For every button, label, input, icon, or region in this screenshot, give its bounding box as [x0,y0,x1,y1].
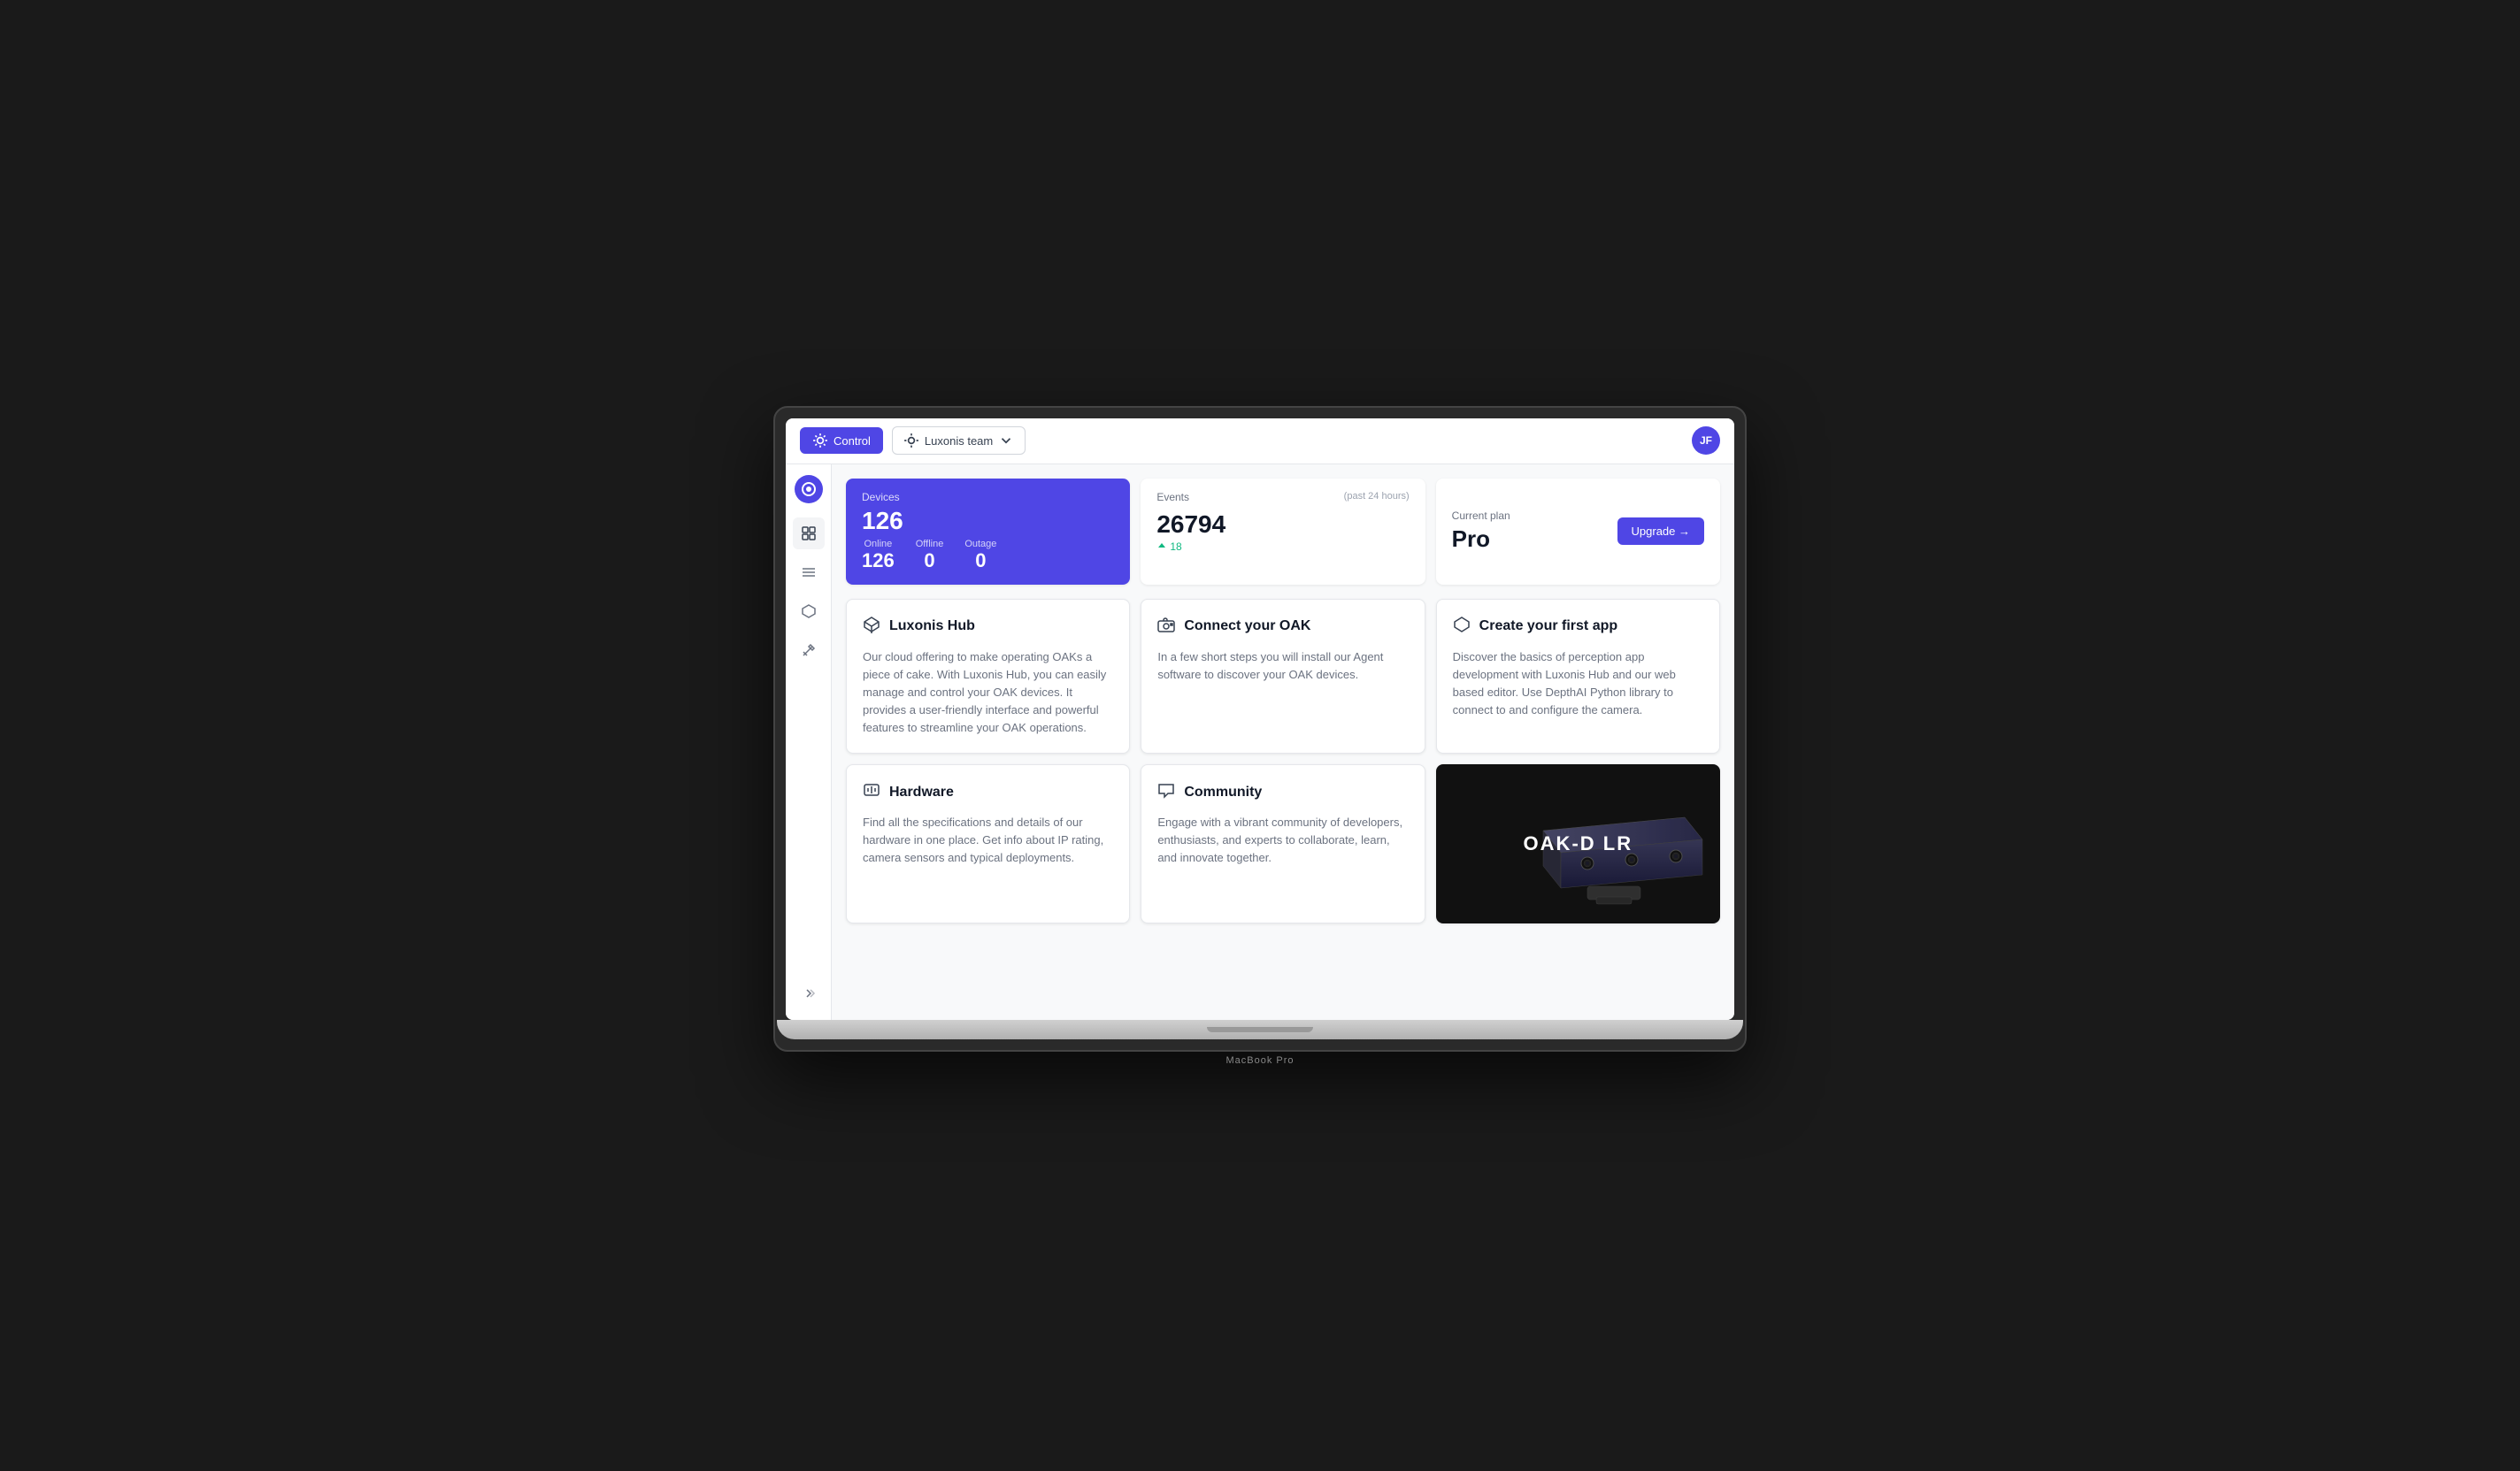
app-icon [1453,616,1471,638]
devices-label: Devices [862,491,1114,503]
stats-row: Devices 126 Online 126 Offline [846,479,1720,585]
events-label: Events [1156,491,1189,503]
card-title-row-connect: Connect your OAK [1157,616,1408,638]
top-bar-left: Control Luxonis team [800,426,1026,455]
sidebar-item-tools[interactable] [793,634,825,666]
card-title-row-community: Community [1157,781,1408,803]
hub-icon [863,616,880,638]
sidebar-item-dashboard[interactable] [793,517,825,549]
devices-total: 126 [862,507,1114,535]
devices-stat-card: Devices 126 Online 126 Offline [846,479,1130,585]
online-label: Online [862,539,895,549]
sidebar-item-devices[interactable] [793,556,825,588]
online-stat: Online 126 [862,539,895,572]
macbook-label: MacBook Pro [773,1055,1747,1066]
hardware-icon [863,781,880,803]
community-title: Community [1184,785,1262,801]
plan-label: Current plan [1452,509,1510,522]
top-bar: Control Luxonis team [786,418,1734,464]
community-icon [1157,781,1175,803]
hub-title: Luxonis Hub [889,618,975,634]
devices-grid: Online 126 Offline 0 Outage [862,539,1114,572]
main-area: Devices 126 Online 126 Offline [786,464,1734,1020]
connect-title: Connect your OAK [1184,618,1310,634]
events-change-value: 18 [1170,540,1181,553]
events-change: 18 [1156,540,1409,553]
hardware-title: Hardware [889,785,954,801]
control-button[interactable]: Control [800,427,883,454]
events-count: 26794 [1156,510,1409,539]
card-connect-oak[interactable]: Connect your OAK In a few short steps yo… [1141,599,1425,755]
plan-stat-card: Current plan Pro Upgrade → [1436,479,1720,585]
card-community[interactable]: Community Engage with a vibrant communit… [1141,764,1425,923]
outage-count: 0 [964,549,996,572]
camera-icon [1157,616,1175,638]
connect-description: In a few short steps you will install ou… [1157,648,1408,684]
community-description: Engage with a vibrant community of devel… [1157,814,1408,867]
sidebar-expand-button[interactable] [793,977,825,1009]
outage-label: Outage [964,539,996,549]
plan-name: Pro [1452,525,1510,553]
offline-label: Offline [916,539,944,549]
logo-icon[interactable] [795,475,823,503]
plan-info: Current plan Pro [1452,509,1510,553]
sidebar-item-apps[interactable] [793,595,825,627]
events-header: Events (past 24 hours) [1156,491,1409,507]
offline-stat: Offline 0 [916,539,944,572]
oak-device-label: OAK-D LR [1524,832,1633,855]
card-create-app[interactable]: Create your first app Discover the basic… [1436,599,1720,755]
card-hardware[interactable]: Hardware Find all the specifications and… [846,764,1130,923]
app-description: Discover the basics of perception app de… [1453,648,1703,720]
card-title-row: Luxonis Hub [863,616,1113,638]
offline-count: 0 [916,549,944,572]
card-title-row-app: Create your first app [1453,616,1703,638]
events-stat-card: Events (past 24 hours) 26794 18 [1141,479,1425,585]
outage-stat: Outage 0 [964,539,996,572]
team-button[interactable]: Luxonis team [892,426,1026,455]
hub-description: Our cloud offering to make operating OAK… [863,648,1113,738]
content-area: Devices 126 Online 126 Offline [832,464,1734,1020]
events-period: (past 24 hours) [1344,491,1410,502]
card-title-row-hardware: Hardware [863,781,1113,803]
card-luxonis-hub[interactable]: Luxonis Hub Our cloud offering to make o… [846,599,1130,755]
cards-grid: Luxonis Hub Our cloud offering to make o… [846,599,1720,924]
app-title: Create your first app [1479,618,1617,634]
hardware-description: Find all the specifications and details … [863,814,1113,867]
sidebar [786,464,832,1020]
upgrade-button[interactable]: Upgrade → [1617,517,1704,545]
card-oak-device: OAK-D LR [1436,764,1720,923]
online-count: 126 [862,549,895,572]
avatar-button[interactable]: JF [1692,426,1720,455]
